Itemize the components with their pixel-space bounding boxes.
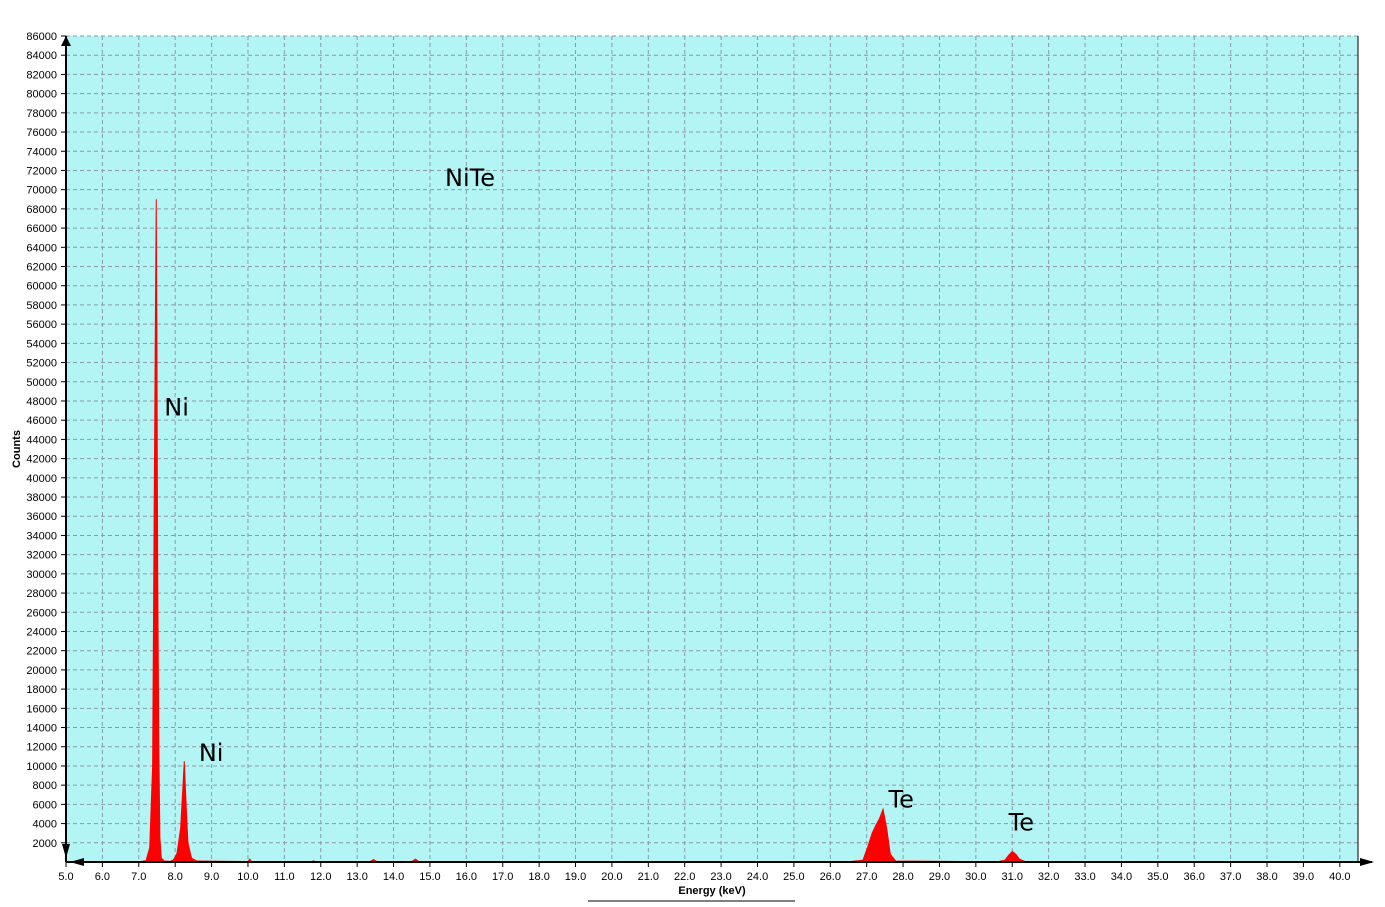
x-tick-label: 19.0 [565, 871, 586, 883]
x-tick-label: 37.0 [1220, 871, 1241, 883]
x-tick-label: 40.0 [1329, 871, 1350, 883]
x-tick-label: 20.0 [601, 871, 622, 883]
y-tick-label: 40000 [26, 473, 57, 485]
y-axis-title: Counts [11, 430, 23, 468]
x-tick-label: 18.0 [528, 871, 549, 883]
y-tick-label: 12000 [26, 742, 57, 754]
chart-title: NiTe [445, 164, 495, 192]
x-tick-label: 30.0 [965, 871, 986, 883]
x-tick-label: 35.0 [1147, 871, 1168, 883]
y-tick-label: 10000 [26, 761, 57, 773]
x-tick-label: 17.0 [492, 871, 513, 883]
y-tick-label: 48000 [26, 396, 57, 408]
y-tick-label: 36000 [26, 511, 57, 523]
y-tick-label: 46000 [26, 415, 57, 427]
x-tick-label: 14.0 [383, 871, 404, 883]
x-tick-label: 27.0 [856, 871, 877, 883]
x-tick-label: 13.0 [346, 871, 367, 883]
x-tick-label: 22.0 [674, 871, 695, 883]
x-tick-label: 39.0 [1293, 871, 1314, 883]
x-tick-label: 32.0 [1038, 871, 1059, 883]
chart-svg: 5.0 6.0 7.0 8.0 9.0 10.0 11.0 12.0 13.0 14.0 15.0 1… [0, 0, 1385, 902]
y-tick-label: 50000 [26, 377, 57, 389]
y-tick-label: 42000 [26, 454, 57, 466]
y-tick-label: 62000 [26, 262, 57, 274]
x-tick-label: 28.0 [892, 871, 913, 883]
x-tick-label: 34.0 [1111, 871, 1132, 883]
y-tick-label: 78000 [26, 108, 57, 120]
x-tick-label: 26.0 [820, 871, 841, 883]
y-tick-label: 30000 [26, 569, 57, 581]
y-tick-label: 26000 [26, 607, 57, 619]
y-tick-label: 76000 [26, 127, 57, 139]
x-tick-label: 33.0 [1074, 871, 1095, 883]
y-tick-label: 82000 [26, 69, 57, 81]
x-tick-label: 11.0 [274, 871, 295, 883]
x-tick-label: 31.0 [1002, 871, 1023, 883]
y-tick-label: 80000 [26, 89, 57, 101]
y-tick-label: 34000 [26, 530, 57, 542]
plot-area [66, 36, 1358, 862]
y-tick-label: 24000 [26, 626, 57, 638]
eds-spectrum-chart: 5.0 6.0 7.0 8.0 9.0 10.0 11.0 12.0 13.0 14.0 15.0 1… [0, 0, 1385, 902]
x-tick-label: 7.0 [131, 871, 146, 883]
y-tick-label: 86000 [26, 31, 57, 43]
x-tick-label: 15.0 [419, 871, 440, 883]
peak-label: Ni [199, 739, 224, 767]
y-tick-label: 72000 [26, 165, 57, 177]
x-tick-label: 36.0 [1184, 871, 1205, 883]
y-tick-label: 74000 [26, 146, 57, 158]
x-tick-label: 25.0 [783, 871, 804, 883]
y-tick-label: 38000 [26, 492, 57, 504]
x-tick-label: 38.0 [1256, 871, 1277, 883]
y-tick-label: 60000 [26, 281, 57, 293]
y-tick-label: 56000 [26, 319, 57, 331]
y-tick-label: 20000 [26, 665, 57, 677]
y-tick-label: 44000 [26, 434, 57, 446]
peak-label: Te [888, 785, 914, 813]
y-tick-label: 70000 [26, 185, 57, 197]
y-tick-label: 2000 [33, 838, 57, 850]
y-tick-label: 16000 [26, 703, 57, 715]
y-tick-label: 58000 [26, 300, 57, 312]
y-tick-label: 22000 [26, 646, 57, 658]
y-tick-label: 4000 [33, 819, 57, 831]
y-tick-label: 14000 [26, 723, 57, 735]
peak-label: Ni [164, 393, 189, 421]
y-tick-label: 28000 [26, 588, 57, 600]
peak-label: Te [1008, 808, 1034, 836]
y-tick-label: 84000 [26, 50, 57, 62]
y-tick-label: 52000 [26, 358, 57, 370]
y-tick-label: 32000 [26, 550, 57, 562]
x-tick-label: 23.0 [710, 871, 731, 883]
y-tick-label: 64000 [26, 242, 57, 254]
y-tick-label: 54000 [26, 338, 57, 350]
x-tick-label: 29.0 [929, 871, 950, 883]
x-tick-label: 10.0 [237, 871, 258, 883]
x-tick-label: 6.0 [95, 871, 110, 883]
x-tick-label: 16.0 [456, 871, 477, 883]
x-tick-label: 8.0 [168, 871, 183, 883]
y-tick-label: 68000 [26, 204, 57, 216]
y-tick-label: 66000 [26, 223, 57, 235]
x-tick-label: 5.0 [58, 871, 73, 883]
y-tick-label: 6000 [33, 799, 57, 811]
x-tick-label: 21.0 [638, 871, 659, 883]
x-tick-label: 24.0 [747, 871, 768, 883]
x-tick-label: 12.0 [310, 871, 331, 883]
x-axis-title: Energy (keV) [678, 885, 746, 897]
x-tick-label: 9.0 [204, 871, 219, 883]
y-tick-label: 8000 [33, 780, 57, 792]
y-tick-label: 18000 [26, 684, 57, 696]
